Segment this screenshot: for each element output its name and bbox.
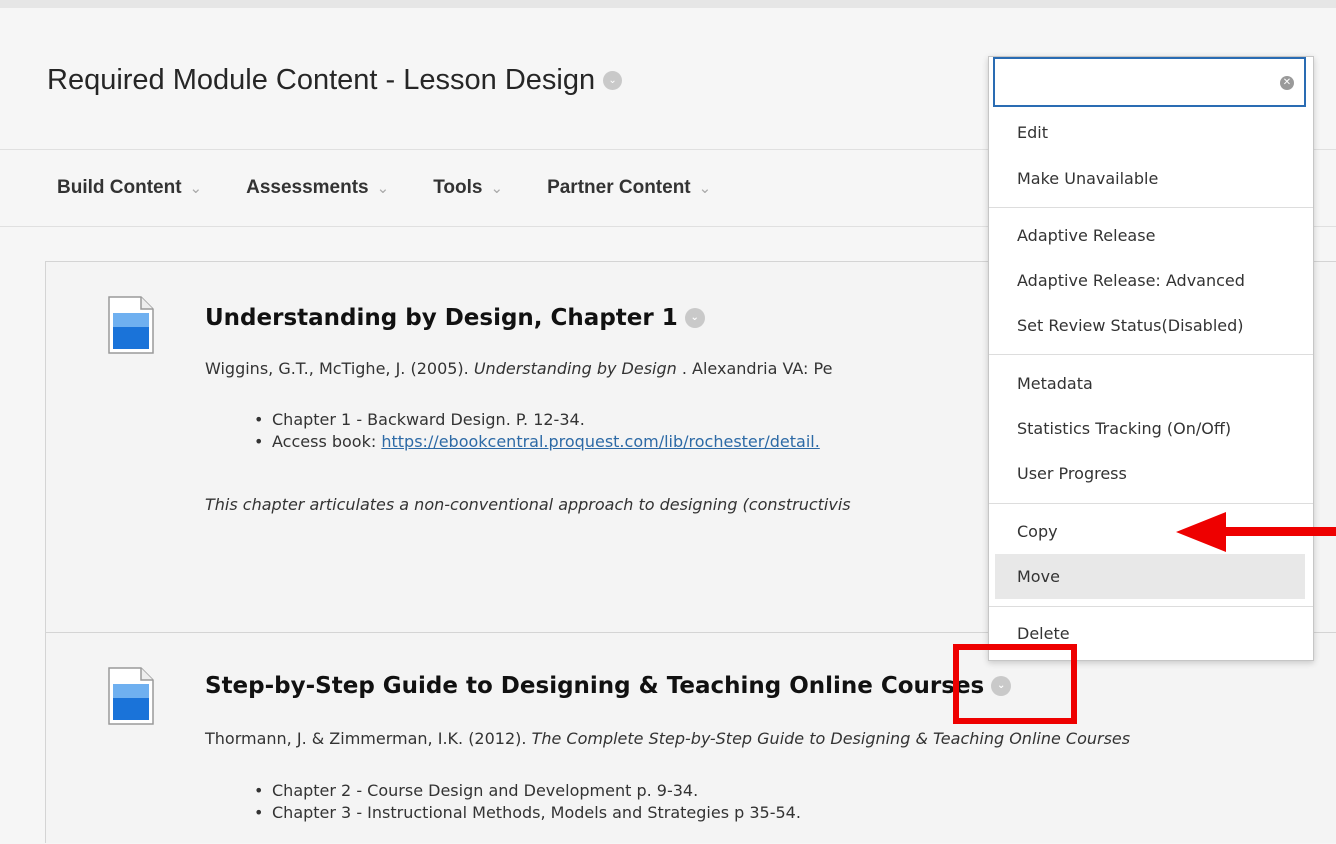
menu-item-adaptive-release[interactable]: Adaptive Release <box>1017 226 1155 245</box>
chevron-down-icon: ⌄ <box>490 180 504 197</box>
citation-book: Understanding by Design <box>473 359 677 378</box>
item-title-text[interactable]: Understanding by Design, Chapter 1 <box>205 305 678 331</box>
list-item: Chapter 2 - Course Design and Developmen… <box>251 780 801 802</box>
item-bullets: Chapter 1 - Backward Design. P. 12-34. A… <box>251 409 820 453</box>
page-title-text: Required Module Content - Lesson Design <box>47 64 596 96</box>
content-toolbar: Build Content ⌄ Assessments ⌄ Tools ⌄ Pa… <box>57 174 755 202</box>
menu-item-statistics-tracking[interactable]: Statistics Tracking (On/Off) <box>1017 419 1231 438</box>
menu-search-input[interactable] <box>995 59 1281 103</box>
item-context-menu: ✕ Edit Make Unavailable Adaptive Release… <box>988 56 1314 661</box>
top-strip <box>0 0 1336 8</box>
citation-rest: . Alexandria VA: Pe <box>676 359 833 378</box>
page-title: Required Module Content - Lesson Design … <box>47 64 623 97</box>
chevron-down-icon: ⌄ <box>698 180 712 197</box>
item-citation: Wiggins, G.T., McTighe, J. (2005). Under… <box>205 359 832 378</box>
access-label: Access book: <box>272 432 382 451</box>
menu-divider <box>989 207 1313 208</box>
chevron-down-icon[interactable]: ⌄ <box>603 71 623 90</box>
assessments-label: Assessments <box>246 177 369 198</box>
item-title-text[interactable]: Step-by-Step Guide to Designing & Teachi… <box>205 673 984 699</box>
assessments-menu[interactable]: Assessments ⌄ <box>246 177 389 199</box>
menu-item-edit[interactable]: Edit <box>1017 123 1048 142</box>
partner-content-label: Partner Content <box>547 177 691 198</box>
menu-item-metadata[interactable]: Metadata <box>1017 374 1093 393</box>
partner-content-menu[interactable]: Partner Content ⌄ <box>547 177 711 199</box>
citation-authors: Wiggins, G.T., McTighe, J. (2005). <box>205 359 474 378</box>
item-title[interactable]: Step-by-Step Guide to Designing & Teachi… <box>205 673 1012 699</box>
content-item: Step-by-Step Guide to Designing & Teachi… <box>46 632 1336 844</box>
citation-authors: Thormann, J. & Zimmerman, I.K. (2012). <box>205 729 532 748</box>
citation-book: The Complete Step-by-Step Guide to Desig… <box>531 729 1131 748</box>
menu-divider <box>989 606 1313 607</box>
clear-icon[interactable]: ✕ <box>1280 76 1294 90</box>
chevron-down-icon[interactable]: ⌄ <box>684 308 705 328</box>
build-content-label: Build Content <box>57 177 182 198</box>
menu-search-box: ✕ <box>993 57 1306 107</box>
list-item: Access book: https://ebookcentral.proque… <box>251 431 820 453</box>
item-bullets: Chapter 2 - Course Design and Developmen… <box>251 780 801 824</box>
access-book-link[interactable]: https://ebookcentral.proquest.com/lib/ro… <box>381 432 819 451</box>
annotation-highlight-box <box>953 644 1077 724</box>
item-citation: Thormann, J. & Zimmerman, I.K. (2012). T… <box>205 729 1130 748</box>
menu-item-copy[interactable]: Copy <box>1017 522 1058 541</box>
build-content-menu[interactable]: Build Content ⌄ <box>57 177 202 199</box>
menu-item-move[interactable]: Move <box>1017 567 1060 586</box>
document-icon <box>108 667 154 725</box>
tools-label: Tools <box>433 177 483 198</box>
item-description: This chapter articulates a non-conventio… <box>205 495 851 514</box>
menu-item-make-unavailable[interactable]: Make Unavailable <box>1017 169 1158 188</box>
menu-item-set-review-status[interactable]: Set Review Status(Disabled) <box>1017 316 1244 335</box>
menu-divider <box>989 354 1313 355</box>
menu-item-adaptive-release-advanced[interactable]: Adaptive Release: Advanced <box>1017 271 1245 290</box>
menu-item-user-progress[interactable]: User Progress <box>1017 464 1127 483</box>
list-item: Chapter 1 - Backward Design. P. 12-34. <box>251 409 820 431</box>
menu-divider <box>989 503 1313 504</box>
tools-menu[interactable]: Tools ⌄ <box>433 177 503 199</box>
chevron-down-icon: ⌄ <box>376 180 390 197</box>
item-title[interactable]: Understanding by Design, Chapter 1 ⌄ <box>205 305 705 331</box>
document-icon <box>108 296 154 354</box>
menu-item-delete[interactable]: Delete <box>1017 624 1070 643</box>
list-item: Chapter 3 - Instructional Methods, Model… <box>251 802 801 824</box>
annotation-arrow-icon <box>1176 512 1336 552</box>
chevron-down-icon: ⌄ <box>189 180 203 197</box>
